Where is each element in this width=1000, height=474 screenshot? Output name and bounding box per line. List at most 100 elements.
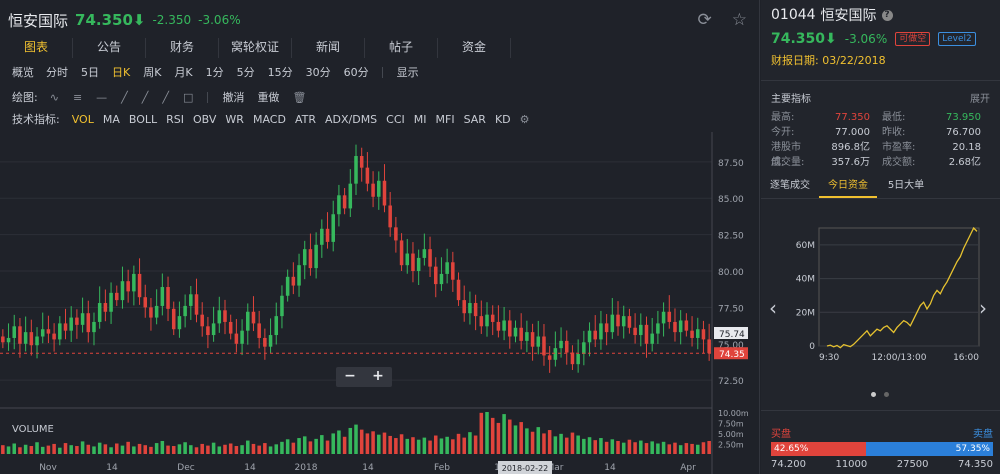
period-item[interactable]: 1分 xyxy=(206,64,224,80)
rect-tool-icon[interactable]: □ xyxy=(183,91,193,104)
tab-item[interactable]: 资金 xyxy=(438,38,511,58)
stock-price: 74.350⬇ xyxy=(75,11,146,29)
candle-body xyxy=(154,305,159,318)
volume-bar xyxy=(206,445,210,454)
flow-tick-label: 0 xyxy=(809,342,815,352)
hlines-tool-icon[interactable]: ≡ xyxy=(73,91,82,104)
volume-bar xyxy=(650,441,654,454)
volume-bar xyxy=(80,441,85,454)
buy-sell-labels: 买盘 卖盘 xyxy=(771,425,993,440)
candle-body xyxy=(217,310,222,324)
segment-tool-icon[interactable]: ╱ xyxy=(142,91,149,104)
wave-tool-icon[interactable]: ∿ xyxy=(50,91,59,104)
period-item[interactable]: 5日 xyxy=(81,64,99,80)
candle-body xyxy=(166,287,170,309)
indicator-item[interactable]: MACD xyxy=(253,113,286,126)
indicator-item[interactable]: MI xyxy=(414,113,427,126)
volume-bar xyxy=(411,437,415,454)
ray-tool-icon[interactable]: ╱ xyxy=(121,91,128,104)
x-tick-label: Nov xyxy=(39,463,57,473)
tab-item[interactable]: 新闻 xyxy=(292,38,365,58)
refresh-icon[interactable]: ⟳ xyxy=(698,10,712,30)
period-item[interactable]: 分时 xyxy=(46,64,68,80)
tab-item[interactable]: 窝轮权证 xyxy=(219,38,292,58)
period-item[interactable]: 15分 xyxy=(268,64,293,80)
settings-gear-icon[interactable]: ⚙ xyxy=(520,113,530,126)
candle-body xyxy=(451,262,455,280)
x-tick-label: Dec xyxy=(177,463,194,473)
zoom-in-button[interactable]: + xyxy=(364,367,392,387)
candle-body xyxy=(320,228,324,245)
tab-item[interactable]: 图表 xyxy=(0,38,73,58)
indicator-item[interactable]: ADX/DMS xyxy=(325,113,377,126)
section-title: 主要指标 xyxy=(771,94,811,105)
volume-bar xyxy=(530,431,535,454)
tab-item[interactable]: 公告 xyxy=(73,38,146,58)
side-tab[interactable]: 5日大单 xyxy=(877,177,935,198)
candle-body xyxy=(58,323,62,340)
side-tab[interactable]: 今日资金 xyxy=(819,177,877,198)
help-icon[interactable]: ? xyxy=(881,9,893,21)
candle-body xyxy=(223,310,227,322)
tab-item[interactable]: 帖子 xyxy=(365,38,438,58)
carousel-dots xyxy=(871,392,889,397)
display-dropdown[interactable]: 显示 xyxy=(397,64,419,80)
expand-link[interactable]: 展开 xyxy=(970,90,990,105)
indicator-label: 技术指标: xyxy=(12,113,60,126)
period-item[interactable]: 月K xyxy=(174,64,192,80)
redo-button[interactable]: 重做 xyxy=(257,89,279,105)
candle-body xyxy=(439,273,444,285)
line-tool-icon[interactable]: ╱ xyxy=(162,91,169,104)
indicator-item[interactable]: CCI xyxy=(386,113,405,126)
hline-tool-icon[interactable]: — xyxy=(96,91,107,104)
volume-tick-label: 5.00m xyxy=(718,430,744,439)
candle-body xyxy=(75,317,79,325)
period-item[interactable]: 60分 xyxy=(344,64,369,80)
period-item[interactable]: 5分 xyxy=(237,64,255,80)
volume-bar xyxy=(371,431,375,454)
volume-bar xyxy=(490,417,495,454)
indicator-item[interactable]: MA xyxy=(103,113,120,126)
indicator-item[interactable]: VOL xyxy=(72,113,94,126)
candle-body xyxy=(1,336,5,343)
volume-bar xyxy=(684,443,689,454)
level2-badge[interactable]: Level2 xyxy=(938,32,976,46)
indicator-item[interactable]: OBV xyxy=(193,113,216,126)
indicator-item[interactable]: ATR xyxy=(295,113,316,126)
volume-bar xyxy=(365,433,370,454)
tab-item[interactable]: 财务 xyxy=(146,38,219,58)
trash-icon[interactable]: 🗑 xyxy=(292,91,306,104)
volume-bar xyxy=(217,446,222,454)
period-item[interactable]: 日K xyxy=(112,64,130,80)
zoom-out-button[interactable]: − xyxy=(336,367,364,387)
chevron-left-icon[interactable]: ‹ xyxy=(769,296,777,320)
indicator-item[interactable]: RSI xyxy=(166,113,184,126)
indicator-item[interactable]: MFI xyxy=(436,113,455,126)
overview-label[interactable]: 概览 xyxy=(12,64,34,80)
stat-value: 2.68亿 xyxy=(948,157,981,168)
indicator-item[interactable]: KD xyxy=(495,113,511,126)
volume-tick-label: 2.50m xyxy=(718,441,744,450)
cursor-date-label: 2018-02-22 xyxy=(502,464,549,473)
carousel-dot[interactable] xyxy=(884,392,889,397)
side-tab[interactable]: 逐笔成交 xyxy=(761,177,819,198)
volume-bar xyxy=(405,438,410,454)
volume-bar xyxy=(40,446,45,454)
candle-body xyxy=(394,227,398,241)
volume-bar xyxy=(69,445,73,454)
carousel-dot[interactable] xyxy=(871,392,876,397)
undo-button[interactable]: 撤消 xyxy=(222,89,244,105)
period-item[interactable]: 30分 xyxy=(306,64,331,80)
indicator-item[interactable]: BOLL xyxy=(129,113,157,126)
period-item[interactable]: 周K xyxy=(143,64,161,80)
candlestick-chart[interactable]: 87.50 85.00 82.50 80.00 77.50 75.00 72.50 74.35… xyxy=(0,132,760,474)
candle-body xyxy=(576,353,580,365)
price-tick-label: 72.50 xyxy=(718,377,744,387)
indicator-item[interactable]: WR xyxy=(225,113,244,126)
volume-bar xyxy=(473,435,478,454)
candle-body xyxy=(530,332,535,347)
candle-body xyxy=(263,337,267,347)
indicator-item[interactable]: SAR xyxy=(464,113,486,126)
star-icon[interactable]: ☆ xyxy=(732,10,747,30)
candle-body xyxy=(639,324,643,336)
